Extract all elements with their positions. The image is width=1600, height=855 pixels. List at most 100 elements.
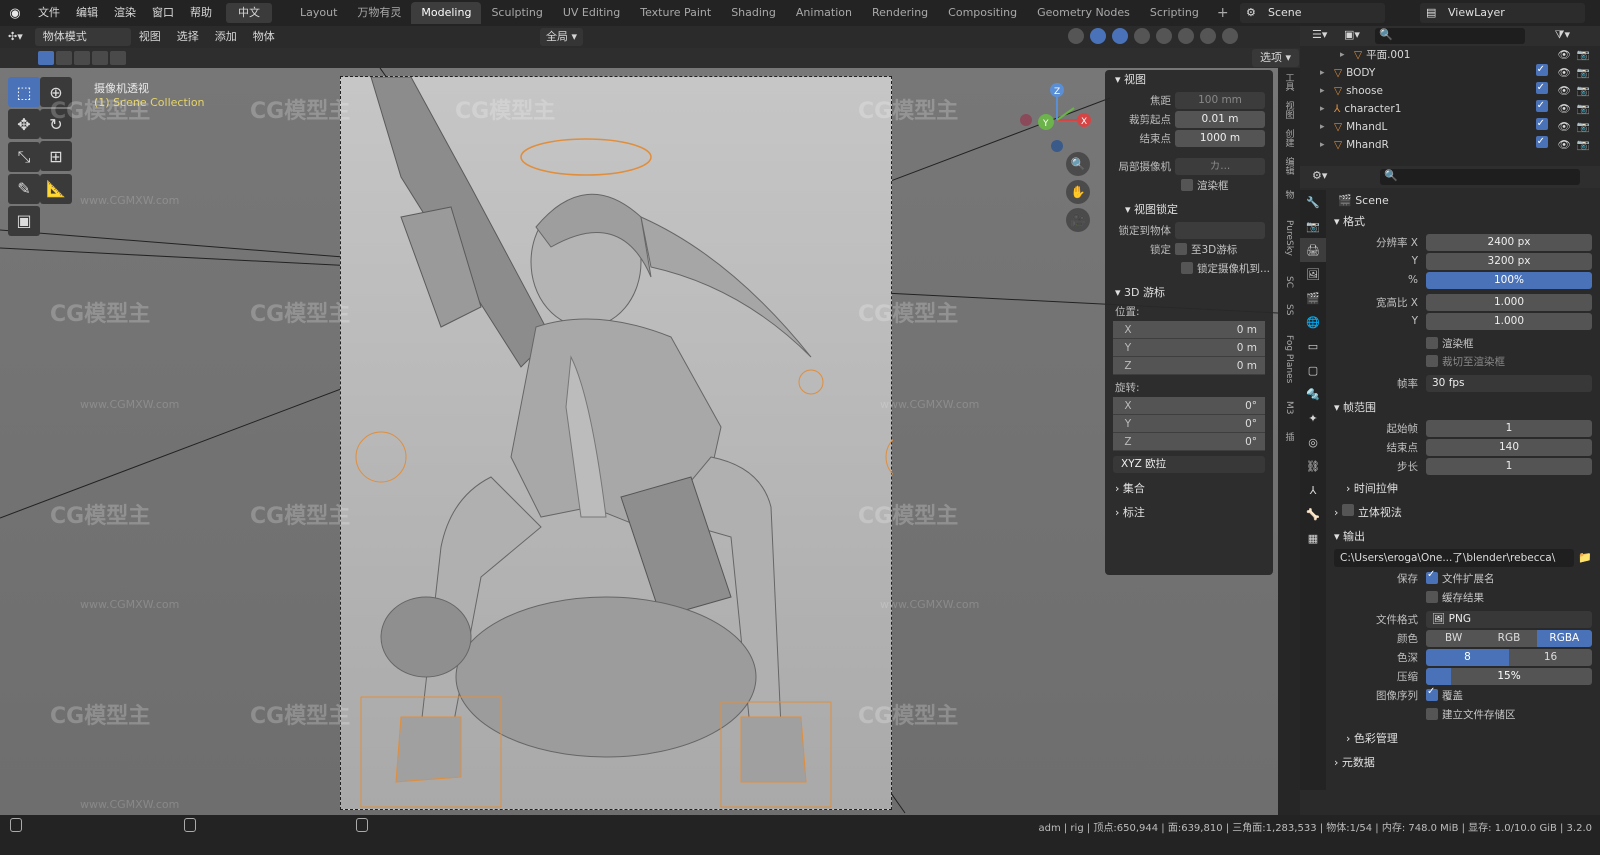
blender-logo-icon[interactable]: ◉ [0,0,30,26]
focal-length-field[interactable]: 100 mm [1175,91,1265,109]
menu-select[interactable]: 选择 [169,28,207,46]
side-tab-sc[interactable]: SC [1278,268,1300,296]
menu-edit[interactable]: 编辑 [68,0,106,26]
side-tab-fog-planes[interactable]: Fog Planes [1278,324,1300,394]
stereoscopy-checkbox[interactable] [1341,504,1354,516]
exclude-checkbox[interactable] [1535,61,1548,79]
output-section-header[interactable]: ▾ 输出 [1328,527,1598,547]
render-icon[interactable]: 📷 [1577,100,1590,118]
tab-compositing[interactable]: Compositing [938,2,1027,24]
aspect-y-field[interactable]: 1.000 [1426,312,1592,330]
render-icon[interactable]: 📷 [1577,46,1590,64]
constraint-tab-icon[interactable]: ⛓ [1300,454,1326,478]
scene-selector[interactable]: ⚙ Scene [1240,3,1385,23]
tab-shading[interactable]: Shading [721,2,786,24]
annotation-section-header[interactable]: › 标注 [1105,503,1273,523]
menu-add[interactable]: 添加 [207,28,245,46]
side-tab-tool[interactable]: 工具 [1278,68,1300,96]
cursor-section-header[interactable]: ▾ 3D 游标 [1105,283,1273,303]
file-format-select[interactable]: 🖼 PNG [1426,610,1592,628]
render-region-checkbox[interactable] [1426,337,1438,349]
format-section-header[interactable]: ▾ 格式 [1328,212,1598,232]
transform-orientation[interactable]: 全局 ▾ [540,28,584,46]
gizmo-icon[interactable] [1090,28,1106,44]
aspect-x-field[interactable]: 1.000 [1426,293,1592,311]
camera-view-icon[interactable]: 🎥 [1066,208,1090,232]
world-tab-icon[interactable]: 🌐 [1300,310,1326,334]
expand-icon[interactable]: ▸ [1320,136,1334,154]
lock-object-field[interactable] [1175,221,1265,239]
view-section-header[interactable]: ▾ 视图 [1105,70,1273,90]
outliner-row[interactable]: ▸⅄character1 👁 📷 [1300,97,1600,118]
render-tab-icon[interactable]: 📷 [1300,214,1326,238]
lock-cursor-checkbox[interactable] [1175,243,1187,255]
exclude-checkbox[interactable] [1535,115,1548,133]
time-stretch-header[interactable]: › 时间拉伸 [1328,479,1598,499]
cache-result-checkbox[interactable] [1426,591,1438,603]
scale-icon[interactable]: ⤡ [8,141,40,172]
material-shading-icon[interactable] [1200,28,1216,44]
cursor-rot-y[interactable]: Y 0° [1113,415,1265,433]
outliner-row[interactable]: ▸▽shoose 👁 📷 [1300,79,1600,100]
select-intersect-icon[interactable] [110,51,126,65]
output-tab-icon[interactable]: 🖨 [1300,238,1326,262]
select-new-icon[interactable] [38,51,54,65]
wireframe-shading-icon[interactable] [1156,28,1172,44]
expand-icon[interactable]: ▸ [1320,64,1334,82]
character-model[interactable] [341,76,937,811]
lock-camera-checkbox[interactable] [1181,262,1193,274]
depth-8[interactable]: 8 [1426,648,1509,666]
mode-selector[interactable]: 物体模式 [34,28,131,46]
metadata-header[interactable]: › 元数据 [1328,753,1598,773]
eye-icon[interactable]: 👁 [1558,46,1571,64]
placeholders-row[interactable]: 建立文件存储区 [1328,705,1598,723]
overlay-icon[interactable] [1112,28,1128,44]
eye-icon[interactable]: 👁 [1558,136,1571,154]
rendered-shading-icon[interactable] [1222,28,1238,44]
render-region-checkbox[interactable] [1181,179,1193,191]
transform-icon[interactable]: ⊞ [40,141,72,171]
pan-hand-icon[interactable]: ✋ [1066,180,1090,204]
outliner-row[interactable]: ▸▽MhandL 👁 📷 [1300,115,1600,136]
select-subtract-icon[interactable] [74,51,90,65]
render-region-check[interactable]: 渲染框 [1105,176,1273,194]
tab-scripting[interactable]: Scripting [1140,2,1209,24]
expand-icon[interactable]: ▸ [1320,118,1334,136]
bone-tab-icon[interactable]: 🦴 [1300,502,1326,526]
cursor-rot-z[interactable]: Z 0° [1113,433,1265,451]
color-rgb[interactable]: RGB [1481,629,1537,647]
physics-tab-icon[interactable]: ◎ [1300,430,1326,454]
collection-section-header[interactable]: › 集合 [1105,479,1273,499]
scene-tab-icon[interactable]: 🎬 [1300,286,1326,310]
view-layer-selector[interactable]: ▤ ViewLayer [1420,3,1585,23]
eye-icon[interactable]: 👁 [1558,82,1571,100]
frame-range-header[interactable]: ▾ 帧范围 [1328,398,1598,418]
modifier-tab-icon[interactable]: 🔩 [1300,382,1326,406]
render-region-row[interactable]: 渲染框 [1328,334,1598,352]
output-path-field[interactable]: C:\Users\eroga\One...了\blender\rebecca\ [1334,549,1574,567]
add-workspace-icon[interactable]: + [1209,5,1237,21]
stereoscopy-header[interactable]: › 立体视法 [1328,503,1598,523]
eye-icon[interactable]: 👁 [1558,100,1571,118]
cursor-rot-x[interactable]: X 0° [1113,397,1265,415]
exclude-checkbox[interactable] [1535,79,1548,97]
side-tab-view[interactable]: 视图 [1278,96,1300,124]
tab-texture-paint[interactable]: Texture Paint [630,2,721,24]
compression-slider[interactable]: 15% [1426,667,1592,685]
outliner-editor-icon[interactable]: ☰▾ [1312,28,1327,41]
frame-step-field[interactable]: 1 [1426,457,1592,475]
add-cube-icon[interactable]: ▣ [8,205,40,236]
tab-geometry-nodes[interactable]: Geometry Nodes [1027,2,1140,24]
clip-end-field[interactable]: 1000 m [1175,129,1265,147]
eye-icon[interactable]: 👁 [1558,118,1571,136]
menu-window[interactable]: 窗口 [144,0,182,26]
depth-16[interactable]: 16 [1509,648,1592,666]
view-lock-header[interactable]: ▾ 视图锁定 [1105,200,1273,220]
placeholders-checkbox[interactable] [1426,708,1438,720]
outliner-search[interactable]: 🔍 [1375,28,1525,44]
side-tab-m3[interactable]: M3 [1278,394,1300,422]
menu-view[interactable]: 视图 [131,28,169,46]
local-camera-field[interactable]: カ... [1175,157,1265,175]
render-icon[interactable]: 📷 [1577,118,1590,136]
frame-start-field[interactable]: 1 [1426,419,1592,437]
